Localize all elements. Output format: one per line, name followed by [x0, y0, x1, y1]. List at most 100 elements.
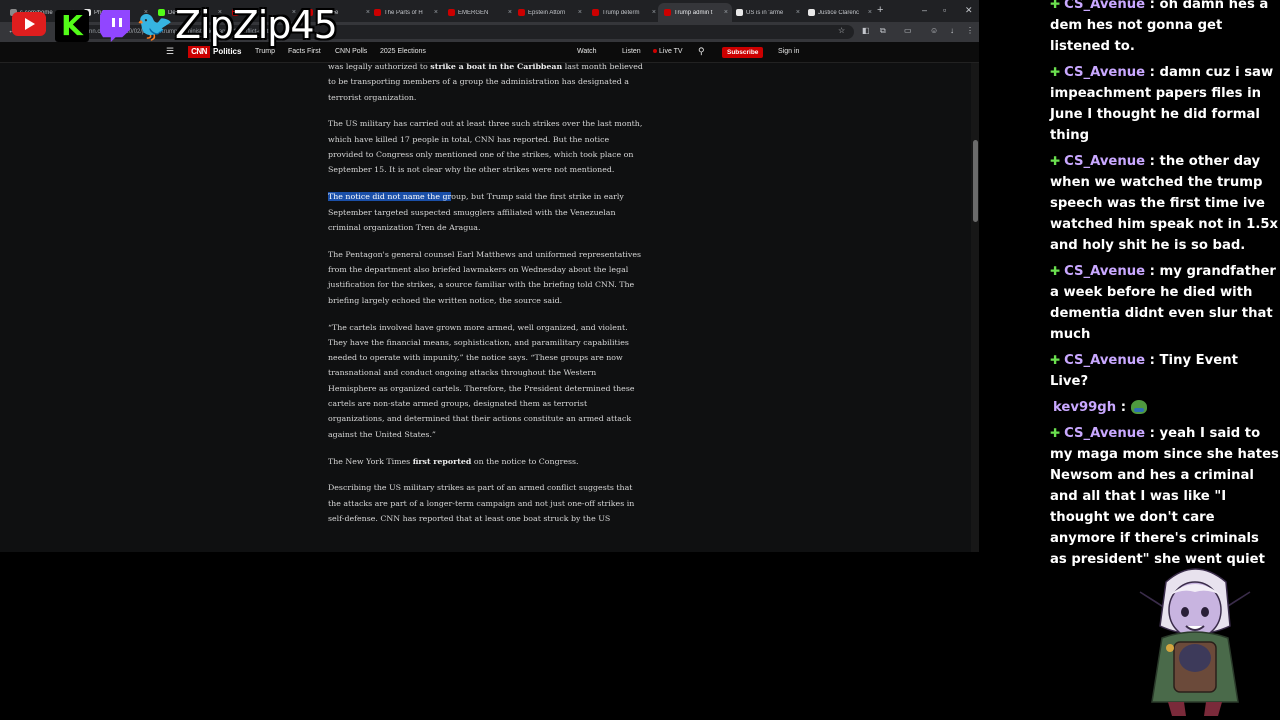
chat-username[interactable]: CS_Avenue — [1064, 65, 1145, 80]
watch-link[interactable]: Watch — [577, 48, 597, 55]
tab-close-icon[interactable]: × — [868, 9, 872, 16]
youtube-logo — [12, 12, 46, 36]
browser-window: s.com/home×Phoenix×Del×deci×says the×The… — [0, 0, 979, 552]
new-tab-button[interactable]: + — [877, 4, 883, 16]
article-paragraph: The US military has carried out at least… — [328, 119, 643, 175]
close-window-icon[interactable]: ✕ — [965, 5, 973, 16]
subscribe-button[interactable]: Subscribe — [722, 47, 764, 58]
nav-item-2025-elections[interactable]: 2025 Elections — [380, 48, 426, 55]
bookmark-star-icon[interactable]: ☆ — [838, 26, 845, 35]
chat-badge-icon: ✚ — [1050, 264, 1061, 278]
article-paragraph: The notice did not name the group, but T… — [328, 192, 624, 232]
cnn-logo[interactable]: CNN — [188, 46, 210, 58]
live-dot-icon — [653, 49, 657, 54]
hamburger-icon[interactable]: ☰ — [166, 46, 174, 57]
tab-favicon-icon — [736, 9, 743, 16]
nav-item-facts-first[interactable]: Facts First — [288, 48, 321, 55]
browser-tab[interactable]: Trump admin t × — [658, 3, 732, 22]
twitter-bird-icon: 🐦 — [136, 10, 174, 43]
chat-separator: : — [1116, 400, 1131, 415]
frog-emote — [1130, 400, 1147, 414]
tab-favicon-icon — [374, 9, 381, 16]
tab-label: US is in 'arme — [746, 9, 784, 16]
chat-separator: : — [1145, 0, 1160, 12]
article-paragraph: The New York Times first reported on the… — [328, 456, 579, 466]
extension-icon[interactable]: ◧ — [862, 26, 870, 35]
tab-close-icon[interactable]: × — [578, 9, 582, 16]
chat-message: ✚ CS_Avenue : yeah I said to my maga mom … — [1040, 423, 1280, 570]
chat-username[interactable]: CS_Avenue — [1064, 353, 1145, 368]
nav-item-trump[interactable]: Trump — [255, 48, 275, 55]
maximize-icon[interactable]: ▫ — [943, 5, 946, 15]
section-title[interactable]: Politics — [213, 47, 241, 56]
chat-username[interactable]: CS_Avenue — [1064, 0, 1145, 12]
download-icon[interactable]: ↓ — [950, 26, 954, 35]
chat-separator: : — [1145, 65, 1160, 80]
text-selection: The notice did not name the gr — [328, 192, 452, 202]
nav-item-cnn-polls[interactable]: CNN Polls — [335, 48, 367, 55]
chat-badge-icon: ✚ — [1050, 0, 1061, 11]
live-tv-label: Live TV — [659, 48, 683, 55]
tab-favicon-icon — [664, 9, 671, 16]
kick-logo: K — [55, 10, 89, 42]
chat-overlay: ✚ CS_Avenue : oh damn hes a dem hes not g… — [1040, 0, 1280, 575]
article-body: was legally authorized to strike a boat … — [328, 59, 646, 538]
profile-icon[interactable]: ☺ — [930, 26, 938, 35]
chat-message: kev99gh : — [1040, 397, 1280, 418]
menu-kebab-icon[interactable]: ⋮ — [966, 26, 974, 35]
chat-badge-icon: ✚ — [1050, 65, 1061, 79]
article-paragraph: was legally authorized to strike a boat … — [328, 62, 643, 102]
browser-tab[interactable]: US is in 'arme × — [730, 3, 804, 22]
tab-close-icon[interactable]: × — [434, 9, 438, 16]
chat-separator: : — [1145, 154, 1160, 169]
article-paragraph: “The cartels involved have grown more ar… — [328, 322, 635, 439]
browser-tab[interactable]: Justice Clarenc × — [802, 3, 876, 22]
tab-label: Epstein Attorn — [528, 9, 566, 16]
extensions-puzzle-icon[interactable]: ⧉ — [880, 26, 886, 36]
chat-username[interactable]: CS_Avenue — [1064, 426, 1145, 441]
chat-message: ✚ CS_Avenue : Tiny Event Live? — [1040, 350, 1280, 392]
tab-close-icon[interactable]: × — [652, 9, 656, 16]
chat-separator: : — [1145, 264, 1160, 279]
tab-label: Justice Clarenc — [818, 9, 860, 16]
sidepanel-icon[interactable]: ▭ — [904, 26, 912, 35]
article-paragraph: Describing the US military strikes as pa… — [328, 483, 635, 523]
chat-separator: : — [1145, 353, 1160, 368]
tab-favicon-icon — [808, 9, 815, 16]
chat-separator: : — [1145, 426, 1160, 441]
listen-link[interactable]: Listen — [622, 48, 641, 55]
tab-label: Trump admin t — [674, 9, 713, 16]
tab-label: Trump determ — [602, 9, 640, 16]
chat-username[interactable]: kev99gh — [1053, 400, 1116, 415]
tab-close-icon[interactable]: × — [724, 9, 728, 16]
minimize-icon[interactable]: – — [922, 5, 927, 15]
streamer-handle: ZipZip45 — [175, 3, 338, 47]
inline-link[interactable]: first reported — [413, 457, 472, 466]
chat-message: ✚ CS_Avenue : the other day when we watch… — [1040, 151, 1280, 256]
browser-tab[interactable]: Epstein Attorn × — [512, 3, 586, 22]
chat-badge-icon: ✚ — [1050, 353, 1061, 367]
chat-badge-icon: ✚ — [1050, 426, 1061, 440]
browser-tab[interactable]: The Parts of H × — [368, 3, 442, 22]
scrollbar-track[interactable] — [971, 63, 979, 552]
tab-favicon-icon — [518, 9, 525, 16]
tab-close-icon[interactable]: × — [796, 9, 800, 16]
tab-favicon-icon — [592, 9, 599, 16]
streamer-avatar — [1139, 568, 1251, 716]
chat-badge-icon: ✚ — [1050, 154, 1061, 168]
chat-text: yeah I said to my maga mom since she hat… — [1050, 426, 1279, 567]
browser-tab[interactable]: Trump determ × — [586, 3, 660, 22]
scrollbar-thumb[interactable] — [973, 140, 978, 222]
search-icon[interactable]: ⚲ — [698, 46, 705, 57]
chat-message: ✚ CS_Avenue : oh damn hes a dem hes not g… — [1040, 0, 1280, 57]
tab-label: EMERGEN — [458, 9, 489, 16]
chat-message: ✚ CS_Avenue : damn cuz i saw impeachment … — [1040, 62, 1280, 146]
chat-username[interactable]: CS_Avenue — [1064, 154, 1145, 169]
tab-favicon-icon — [448, 9, 455, 16]
sign-in-link[interactable]: Sign in — [778, 48, 799, 55]
inline-link[interactable]: strike a boat in the Caribbean — [430, 62, 562, 71]
live-tv-link[interactable]: Live TV — [653, 48, 683, 55]
tab-label: The Parts of H — [384, 9, 423, 16]
browser-tab[interactable]: EMERGEN × — [442, 3, 516, 22]
chat-username[interactable]: CS_Avenue — [1064, 264, 1145, 279]
